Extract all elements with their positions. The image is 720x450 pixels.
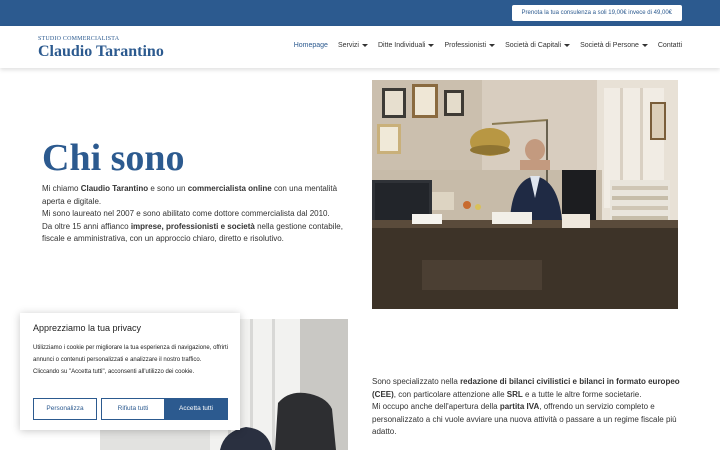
- nav-item-professionisti[interactable]: Professionisti: [444, 42, 496, 49]
- intro-text: Mi chiamo Claudio Tarantino e sono un co…: [42, 183, 352, 246]
- cookie-title: Apprezziamo la tua privacy: [33, 323, 142, 333]
- services-text-run: Mi occupo anche dell'apertura della: [372, 402, 500, 411]
- intro-text-run: Da oltre 15 anni affianco: [42, 221, 131, 231]
- intro-text-bold: imprese, professionisti e società: [130, 221, 255, 231]
- main-nav: Homepage Servizi Ditte Individuali Profe…: [294, 42, 682, 49]
- nav-item-servizi[interactable]: Servizi: [338, 42, 368, 49]
- brand-name-logo[interactable]: Claudio Tarantino: [38, 43, 164, 61]
- site-header: STUDIO COMMERCIALISTA Claudio Tarantino …: [0, 26, 720, 68]
- nav-label: Società di Capitali: [505, 42, 562, 49]
- caret-down-icon: [361, 44, 368, 47]
- nav-item-societa-di-capitali[interactable]: Società di Capitali: [505, 42, 571, 49]
- services-text: Sono specializzato nella redazione di bi…: [372, 376, 682, 439]
- nav-label: Ditte Individuali: [377, 42, 426, 49]
- caret-down-icon: [641, 44, 648, 47]
- intro-text-run: Mi chiamo: [42, 184, 81, 193]
- intro-text-run: e sono un: [148, 184, 188, 193]
- nav-item-societa-di-persone[interactable]: Società di Persone: [580, 42, 648, 49]
- caret-down-icon: [489, 44, 496, 47]
- nav-item-contatti[interactable]: Contatti: [658, 42, 682, 49]
- nav-item-ditte-individuali[interactable]: Ditte Individuali: [377, 42, 435, 49]
- brand-subtitle[interactable]: STUDIO COMMERCIALISTA: [38, 36, 119, 42]
- services-text-bold: SRL: [506, 389, 523, 399]
- services-text-run: Sono specializzato nella: [372, 377, 461, 386]
- reject-all-button[interactable]: Rifiuta tutti: [101, 398, 165, 420]
- caret-down-icon: [564, 44, 571, 47]
- cookie-banner: Apprezziamo la tua privacy Utilizziamo i…: [20, 313, 240, 430]
- nav-label: Contatti: [657, 42, 682, 49]
- top-bar: Prenota la tua consulenza a soli 19,00€ …: [0, 0, 720, 26]
- customize-button[interactable]: Personalizza: [33, 398, 97, 420]
- intro-text-bold: Claudio Tarantino: [80, 184, 149, 193]
- office-photo: [372, 80, 678, 309]
- nav-label: Servizi: [337, 42, 359, 49]
- page-title: Chi sono: [42, 137, 185, 179]
- nav-label: Homepage: [293, 42, 328, 49]
- accept-all-button[interactable]: Accetta tutti: [164, 398, 228, 420]
- office-photo-illustration: [372, 80, 678, 309]
- services-text-run: e a tutte le altre forme societarie.: [522, 389, 642, 399]
- nav-item-homepage[interactable]: Homepage: [294, 42, 328, 49]
- services-text-run: , con particolare attenzione alle: [393, 389, 507, 399]
- intro-text-run: Mi sono laureato nel 2007 e sono abilita…: [42, 209, 330, 218]
- caret-down-icon: [428, 44, 435, 47]
- promo-button[interactable]: Prenota la tua consulenza a soli 19,00€ …: [511, 5, 682, 21]
- nav-label: Società di Persone: [580, 42, 639, 49]
- cookie-text: Utilizziamo i cookie per migliorare la t…: [33, 345, 228, 375]
- services-text-bold: partita IVA: [499, 402, 540, 411]
- intro-text-bold: commercialista online: [187, 184, 272, 193]
- nav-label: Professionisti: [444, 42, 487, 49]
